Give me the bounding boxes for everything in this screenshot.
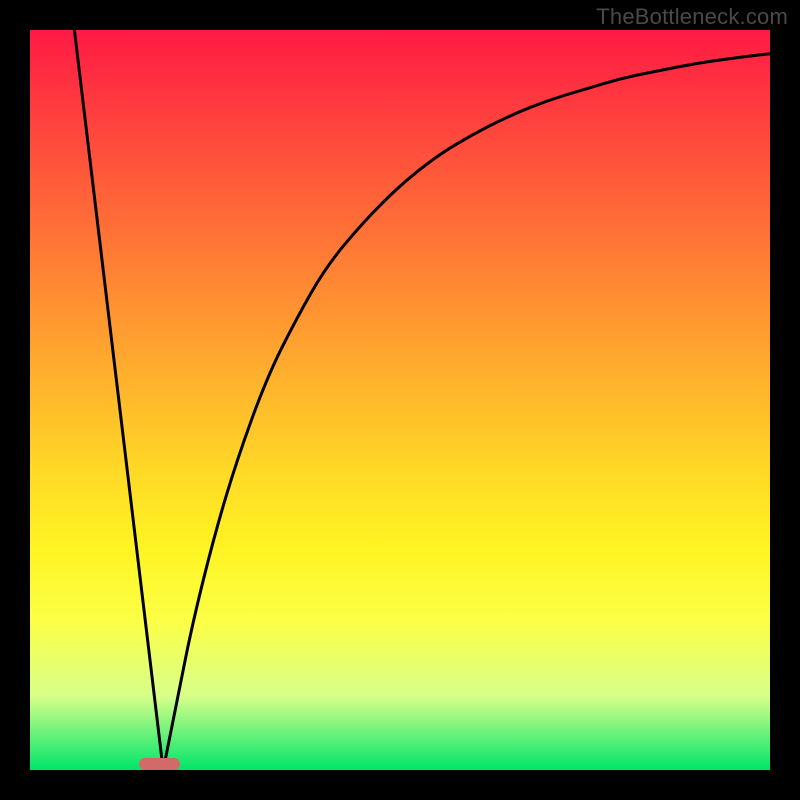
- minimum-marker: [139, 758, 180, 770]
- curve-left-branch: [74, 30, 163, 770]
- plot-area: [30, 30, 770, 770]
- attribution-text: TheBottleneck.com: [596, 4, 788, 30]
- curve-right-branch: [163, 54, 770, 770]
- curve-layer: [30, 30, 770, 770]
- chart-frame: TheBottleneck.com: [0, 0, 800, 800]
